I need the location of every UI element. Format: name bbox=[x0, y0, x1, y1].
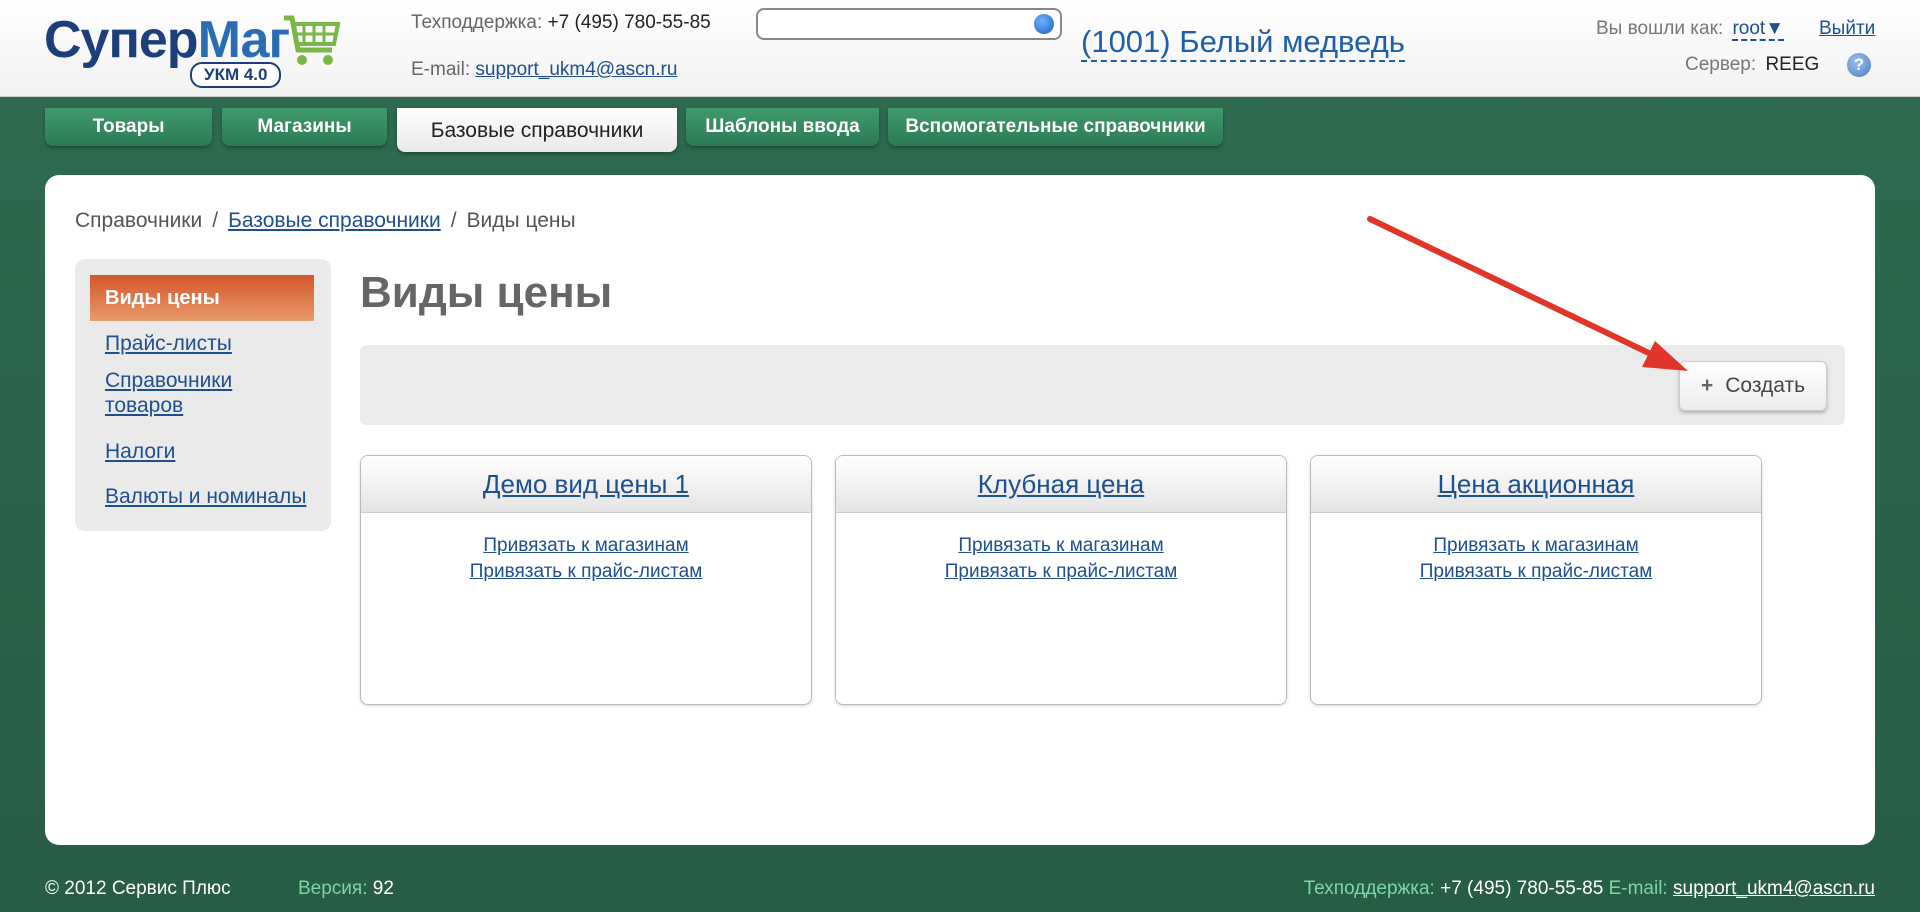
card-header: Клубная цена bbox=[836, 456, 1286, 513]
footer-version: Версия: 92 bbox=[298, 878, 394, 900]
email-label: E-mail: bbox=[411, 59, 471, 80]
card-title-link[interactable]: Клубная цена bbox=[978, 469, 1145, 499]
logo-part1: Супер bbox=[44, 11, 199, 69]
bind-shops-link[interactable]: Привязать к магазинам bbox=[958, 533, 1163, 559]
bind-shops-link[interactable]: Привязать к магазинам bbox=[1433, 533, 1638, 559]
tab-base-directories[interactable]: Базовые справочники bbox=[397, 108, 677, 152]
sidebar-item-currencies[interactable]: Валюты и номиналы bbox=[105, 484, 315, 509]
breadcrumb-base-directories[interactable]: Базовые справочники bbox=[228, 209, 441, 232]
breadcrumb-separator: / bbox=[212, 209, 219, 232]
email-link[interactable]: support_ukm4@ascn.ru bbox=[475, 59, 677, 80]
card-header: Демо вид цены 1 bbox=[361, 456, 811, 513]
version-value: 92 bbox=[372, 878, 394, 899]
breadcrumb: Справочники / Базовые справочники / Виды цен… bbox=[75, 209, 576, 233]
card-links: Привязать к магазинам Привязать к прайс-… bbox=[361, 513, 811, 585]
bind-price-lists-link[interactable]: Привязать к прайс-листам bbox=[470, 559, 703, 585]
header-email: E-mail: support_ukm4@ascn.ru bbox=[411, 59, 677, 81]
search-input[interactable] bbox=[756, 8, 1062, 40]
search-icon[interactable] bbox=[1034, 14, 1054, 34]
footer: © 2012 Сервис Плюс Версия: 92 Техподдерж… bbox=[0, 870, 1920, 912]
tab-shops[interactable]: Магазины bbox=[222, 108, 387, 146]
tab-aux-directories[interactable]: Вспомогательные справочники bbox=[888, 108, 1223, 146]
user-menu[interactable]: root▼ bbox=[1732, 18, 1785, 41]
breadcrumb-separator: / bbox=[450, 209, 457, 232]
bind-price-lists-link[interactable]: Привязать к прайс-листам bbox=[945, 559, 1178, 585]
logo-text: СуперМаг bbox=[44, 10, 291, 70]
price-type-card: Демо вид цены 1 Привязать к магазинам Пр… bbox=[360, 455, 812, 705]
shop-selector[interactable]: (1001) Белый медведь bbox=[1081, 24, 1405, 62]
bind-price-lists-link[interactable]: Привязать к прайс-листам bbox=[1420, 559, 1653, 585]
sidebar-item-taxes[interactable]: Налоги bbox=[105, 439, 315, 464]
logo-badge: УКМ 4.0 bbox=[190, 62, 282, 88]
server-info: Сервер: REEG bbox=[1685, 54, 1819, 76]
logo-part2: Маг bbox=[197, 11, 291, 69]
support-label: Техподдержка: bbox=[411, 12, 543, 33]
footer-email-label: E-mail: bbox=[1608, 878, 1668, 899]
card-header: Цена акционная bbox=[1311, 456, 1761, 513]
footer-support-phone: +7 (495) 780-55-85 bbox=[1440, 878, 1604, 899]
cart-icon bbox=[284, 15, 341, 65]
footer-email-link[interactable]: support_ukm4@ascn.ru bbox=[1673, 878, 1875, 899]
create-button[interactable]: + Создать bbox=[1679, 361, 1827, 411]
help-icon[interactable]: ? bbox=[1847, 53, 1871, 77]
login-info: Вы вошли как: root▼ bbox=[1596, 18, 1785, 41]
header-support: Техподдержка: +7 (495) 780-55-85 bbox=[411, 12, 711, 34]
tab-input-templates[interactable]: Шаблоны ввода bbox=[686, 108, 879, 146]
toolbar: + Создать bbox=[360, 345, 1845, 425]
version-label: Версия: bbox=[298, 878, 368, 899]
sidebar-item-price-lists[interactable]: Прайс-листы bbox=[105, 331, 315, 356]
price-type-card: Цена акционная Привязать к магазинам При… bbox=[1310, 455, 1762, 705]
card-links: Привязать к магазинам Привязать к прайс-… bbox=[836, 513, 1286, 585]
sidebar: Виды цены Прайс-листы Справочники товаро… bbox=[75, 259, 331, 531]
footer-contacts: Техподдержка: +7 (495) 780-55-85 E-mail:… bbox=[1304, 878, 1875, 900]
plus-icon: + bbox=[1700, 374, 1714, 397]
user-name: root bbox=[1732, 18, 1766, 39]
page-title: Виды цены bbox=[360, 268, 613, 317]
footer-copyright: © 2012 Сервис Плюс bbox=[45, 878, 231, 899]
login-label: Вы вошли как: bbox=[1596, 18, 1724, 39]
price-type-card: Клубная цена Привязать к магазинам Привя… bbox=[835, 455, 1287, 705]
tab-goods[interactable]: Товары bbox=[45, 108, 212, 146]
chevron-down-icon: ▼ bbox=[1765, 18, 1785, 39]
server-name: REEG bbox=[1765, 54, 1820, 75]
breadcrumb-root: Справочники bbox=[75, 209, 203, 232]
logo[interactable]: СуперМаг УКМ 4.0 bbox=[44, 10, 344, 90]
server-label: Сервер: bbox=[1685, 54, 1757, 75]
sidebar-item-goods-directories[interactable]: Справочники товаров bbox=[105, 368, 315, 418]
card-title-link[interactable]: Цена акционная bbox=[1438, 469, 1635, 499]
footer-support-label: Техподдержка: bbox=[1303, 878, 1435, 899]
card-title-link[interactable]: Демо вид цены 1 bbox=[483, 469, 689, 499]
header: СуперМаг УКМ 4.0 Техподдержка: +7 (495) … bbox=[0, 0, 1920, 97]
breadcrumb-current: Виды цены bbox=[466, 209, 576, 232]
support-phone: +7 (495) 780-55-85 bbox=[547, 12, 711, 33]
card-links: Привязать к магазинам Привязать к прайс-… bbox=[1311, 513, 1761, 585]
sidebar-item-price-types[interactable]: Виды цены bbox=[90, 275, 314, 321]
bind-shops-link[interactable]: Привязать к магазинам bbox=[483, 533, 688, 559]
create-button-label: Создать bbox=[1725, 374, 1806, 397]
logout-link[interactable]: Выйти bbox=[1819, 18, 1875, 40]
content-panel: Справочники / Базовые справочники / Виды цен… bbox=[45, 175, 1875, 845]
